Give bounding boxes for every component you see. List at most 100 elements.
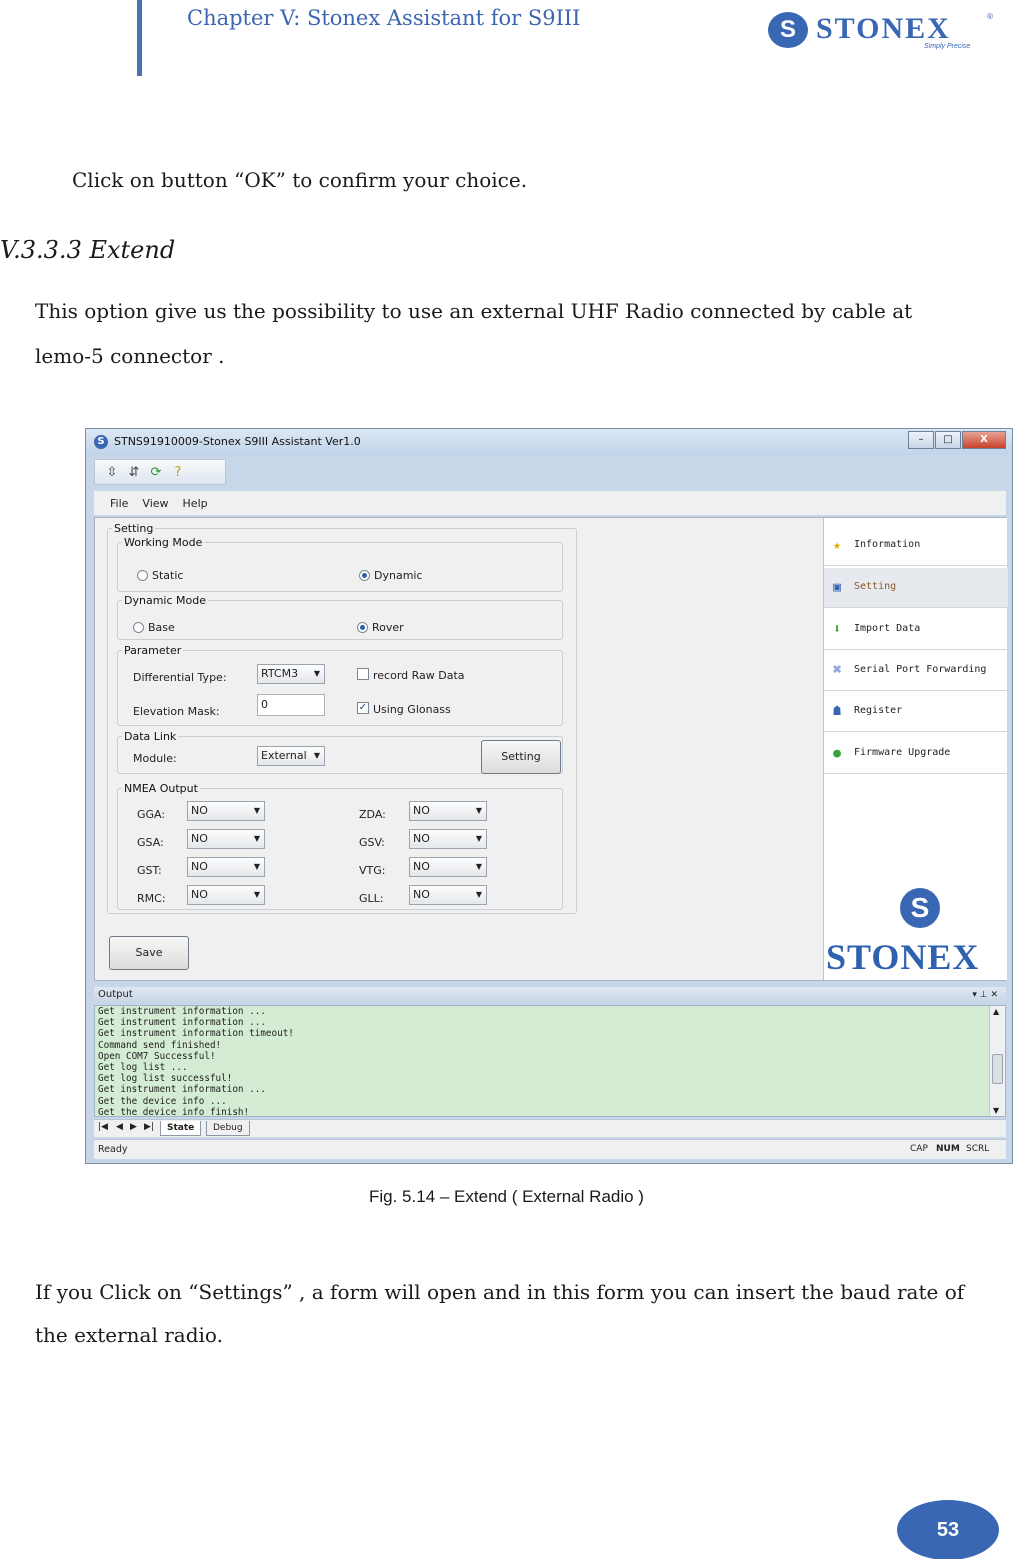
num-lock-indicator: NUM: [936, 1144, 960, 1154]
side-item-information[interactable]: ★ Information: [824, 526, 1008, 566]
chevron-down-icon: ▼: [253, 834, 260, 843]
radio-base[interactable]: [133, 622, 144, 633]
side-item-label: Serial Port Forwarding: [854, 664, 987, 675]
status-bar: Ready CAP NUM SCRL: [94, 1139, 1006, 1159]
chevron-down-icon: ▼: [313, 669, 320, 678]
output-scrollbar[interactable]: ▲ ▼: [989, 1006, 1005, 1116]
radio-static-label: Static: [152, 569, 184, 582]
nmea-gll-select[interactable]: NO ▼: [409, 885, 487, 905]
main-panel: Setting Working Mode Static Dynamic Dyna…: [94, 517, 1008, 981]
elevation-mask-input[interactable]: 0: [257, 694, 325, 716]
nmea-vtg-value: NO: [413, 860, 430, 873]
nmea-vtg-label: VTG:: [359, 864, 386, 877]
tab-state[interactable]: State: [160, 1121, 202, 1136]
nmea-gga-select[interactable]: NO ▼: [187, 801, 265, 821]
nmea-vtg-select[interactable]: NO ▼: [409, 857, 487, 877]
menu-bar: File View Help: [94, 491, 1006, 515]
chevron-down-icon: ▼: [253, 862, 260, 871]
logo-registered-mark: ®: [987, 12, 993, 21]
nmea-gst-select[interactable]: NO ▼: [187, 857, 265, 877]
nmea-rmc-select[interactable]: NO ▼: [187, 885, 265, 905]
radio-dynamic-label: Dynamic: [374, 569, 423, 582]
stonex-logo-icon: S: [768, 12, 808, 48]
record-raw-data-checkbox[interactable]: [357, 668, 369, 680]
log-line: Command send finished!: [98, 1039, 222, 1051]
first-tab-icon[interactable]: |◀: [98, 1122, 108, 1132]
paragraph-description-line-1: This option give us the possibility to u…: [35, 299, 913, 323]
radio-dynamic[interactable]: [359, 570, 370, 581]
network-icon: ⌘: [833, 663, 841, 678]
menu-view[interactable]: View: [142, 497, 168, 510]
tab-debug[interactable]: Debug: [206, 1121, 250, 1136]
side-item-setting[interactable]: ▣ Setting: [824, 568, 1008, 608]
nmea-gll-value: NO: [413, 888, 430, 901]
section-heading: V.3.3.3 Extend: [0, 236, 176, 264]
nmea-rmc-label: RMC:: [137, 892, 166, 905]
dynamic-mode-group: Dynamic Mode: [117, 594, 563, 640]
output-log[interactable]: Get instrument information ... Get instr…: [94, 1005, 1006, 1117]
prev-tab-icon[interactable]: ◀: [116, 1122, 123, 1132]
module-label: Module:: [133, 752, 177, 765]
close-button[interactable]: X: [962, 431, 1006, 449]
output-title: Output: [98, 989, 133, 1000]
side-item-firmware-upgrade[interactable]: ● Firmware Upgrade: [824, 734, 1008, 774]
module-select[interactable]: External ▼: [257, 746, 325, 766]
window-title: STNS91910009-Stonex S9III Assistant Ver1…: [114, 435, 361, 448]
chapter-title: Chapter V: Stonex Assistant for S9III: [187, 6, 581, 30]
log-line: Get instrument information ...: [98, 1017, 266, 1029]
logo-wordmark: STONEX: [816, 12, 951, 45]
upgrade-circle-icon: ●: [833, 746, 841, 761]
chevron-down-icon: ▼: [475, 834, 482, 843]
side-item-serial-port-forwarding[interactable]: ⌘ Serial Port Forwarding: [824, 651, 1008, 691]
radio-rover[interactable]: [357, 622, 368, 633]
output-panel-header: Output ▾ ⊥ ✕: [94, 987, 1006, 1003]
nmea-gsv-select[interactable]: NO ▼: [409, 829, 487, 849]
chevron-down-icon: ▼: [475, 890, 482, 899]
scroll-lock-indicator: SCRL: [966, 1144, 990, 1154]
setting-button[interactable]: Setting: [481, 740, 561, 774]
differential-type-label: Differential Type:: [133, 671, 227, 684]
next-tab-icon[interactable]: ▶: [130, 1122, 137, 1132]
setting-group-title: Setting: [114, 522, 154, 535]
app-screenshot-figure: S STNS91910009-Stonex S9III Assistant Ve…: [85, 428, 1013, 1164]
side-item-label: Firmware Upgrade: [854, 747, 951, 758]
toolbar: ⇳ ⇵ ⟳ ?: [94, 459, 226, 485]
help-icon[interactable]: ?: [167, 465, 189, 480]
side-item-register[interactable]: ☗ Register: [824, 692, 1008, 732]
scroll-down-icon[interactable]: ▼: [993, 1106, 999, 1115]
save-button[interactable]: Save: [109, 936, 189, 970]
menu-file[interactable]: File: [110, 497, 128, 510]
caps-lock-indicator: CAP: [910, 1144, 928, 1154]
radio-static[interactable]: [137, 570, 148, 581]
refresh-icon[interactable]: ⟳: [145, 465, 167, 480]
logo-tagline: Simply Precise: [924, 43, 971, 50]
last-tab-icon[interactable]: ▶|: [144, 1122, 154, 1132]
scrollbar-thumb[interactable]: [992, 1054, 1003, 1084]
maximize-button[interactable]: □: [935, 431, 961, 449]
users-icon: ☗: [833, 704, 841, 719]
chevron-down-icon: ▼: [253, 890, 260, 899]
using-glonass-checkbox[interactable]: ✓: [357, 702, 369, 714]
menu-help[interactable]: Help: [183, 497, 208, 510]
differential-type-select[interactable]: RTCM3 ▼: [257, 664, 325, 684]
chevron-down-icon: ▼: [475, 862, 482, 871]
using-glonass-label: Using Glonass: [373, 703, 451, 716]
scroll-up-icon[interactable]: ▲: [993, 1007, 999, 1016]
app-icon: S: [94, 435, 108, 449]
elevation-mask-label: Elevation Mask:: [133, 705, 220, 718]
output-panel-controls[interactable]: ▾ ⊥ ✕: [972, 987, 998, 1003]
paragraph-settings-line-2: the external radio.: [35, 1323, 223, 1347]
dynamic-mode-title: Dynamic Mode: [124, 594, 206, 607]
minimize-button[interactable]: –: [908, 431, 934, 449]
side-item-import-data[interactable]: ⬇ Import Data: [824, 610, 1008, 650]
log-line: Get the device info ...: [98, 1095, 227, 1107]
nmea-zda-select[interactable]: NO ▼: [409, 801, 487, 821]
log-line: Get instrument information timeout!: [98, 1028, 294, 1040]
page-number-badge: 53: [897, 1500, 999, 1559]
disconnect-icon[interactable]: ⇵: [123, 465, 145, 480]
nmea-zda-label: ZDA:: [359, 808, 386, 821]
radio-rover-label: Rover: [372, 621, 404, 634]
connect-icon[interactable]: ⇳: [101, 465, 123, 480]
nmea-gsa-select[interactable]: NO ▼: [187, 829, 265, 849]
chevron-down-icon: ▼: [253, 806, 260, 815]
